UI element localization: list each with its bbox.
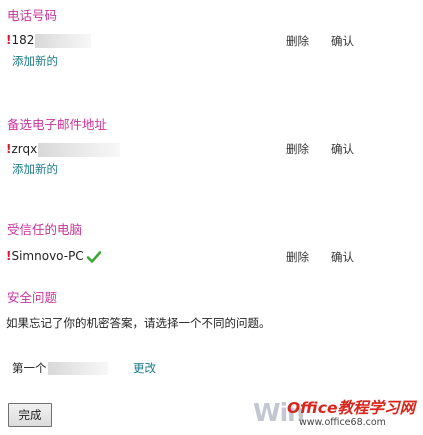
security-description: 如果忘记了你的机密答案，请选择一个不同的问题。 — [6, 316, 271, 330]
pc-confirm-link[interactable]: 确认 — [331, 250, 354, 264]
checkmark-icon — [86, 250, 101, 263]
watermark-logo: Win Office教程学习网 www.office68.com — [253, 396, 421, 432]
question-prefix: 第一个 — [12, 361, 47, 375]
phone-number-value: 182 — [11, 33, 35, 47]
redacted-mask — [47, 362, 108, 375]
email-delete-link[interactable]: 删除 — [286, 142, 309, 156]
email-add-new-link[interactable]: 添加新的 — [12, 162, 58, 176]
security-section-heading: 安全问题 — [7, 290, 58, 305]
watermark-brand-text: Office教程学习网 — [287, 399, 416, 417]
pc-name-value: Simnovo-PC — [11, 249, 84, 263]
done-button[interactable]: 完成 — [8, 403, 52, 427]
trusted-pc-section-heading: 受信任的电脑 — [7, 222, 83, 237]
phone-confirm-link[interactable]: 确认 — [331, 34, 354, 48]
phone-delete-link[interactable]: 删除 — [286, 34, 309, 48]
redacted-mask — [35, 33, 92, 48]
pc-delete-link[interactable]: 删除 — [286, 250, 309, 264]
email-entry: !zrqx — [6, 141, 121, 157]
change-question-link[interactable]: 更改 — [133, 361, 156, 375]
email-section-heading: 备选电子邮件地址 — [7, 117, 108, 132]
phone-add-new-link[interactable]: 添加新的 — [12, 54, 58, 68]
email-value: zrqx — [11, 142, 38, 156]
trusted-pc-entry: !Simnovo-PC — [6, 248, 101, 264]
redacted-mask — [38, 142, 121, 157]
phone-entry: !182 — [6, 32, 92, 48]
phone-section-heading: 电话号码 — [7, 8, 58, 23]
watermark-url-text: www.office68.com — [299, 417, 386, 428]
security-question: 第一个 — [12, 361, 108, 375]
email-confirm-link[interactable]: 确认 — [331, 142, 354, 156]
